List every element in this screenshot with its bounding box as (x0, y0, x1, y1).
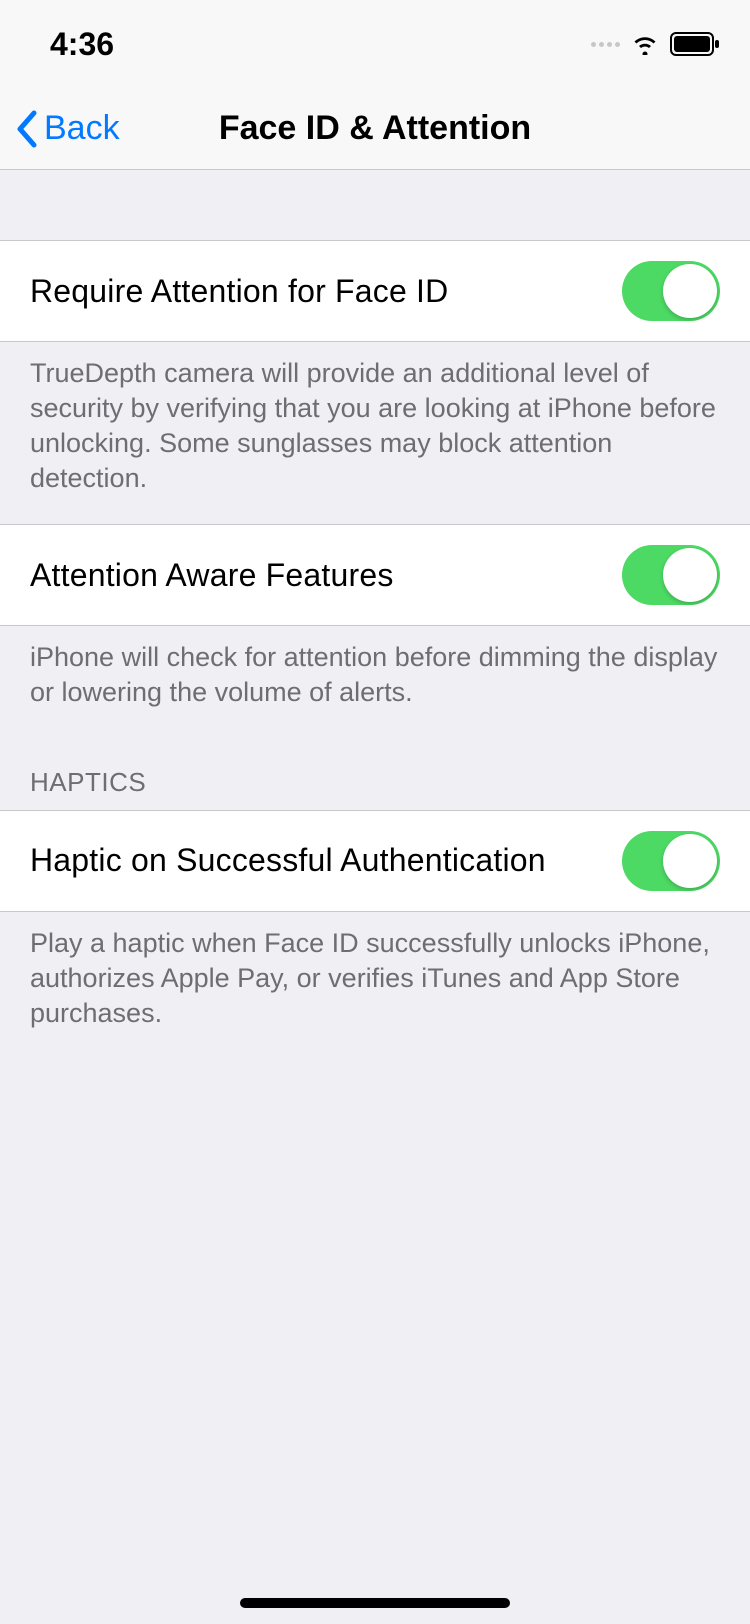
require-attention-footer: TrueDepth camera will provide an additio… (0, 342, 750, 524)
navigation-bar: Back Face ID & Attention (0, 88, 750, 170)
attention-aware-toggle[interactable] (622, 545, 720, 605)
haptic-auth-footer: Play a haptic when Face ID successfully … (0, 912, 750, 1059)
page-title: Face ID & Attention (219, 109, 531, 148)
back-label: Back (44, 109, 120, 148)
status-bar: 4:36 (0, 0, 750, 88)
attention-aware-cell: Attention Aware Features (0, 524, 750, 626)
haptics-section-header: HAPTICS (0, 739, 750, 810)
require-attention-toggle[interactable] (622, 261, 720, 321)
haptic-auth-cell: Haptic on Successful Authentication (0, 810, 750, 912)
status-time: 4:36 (50, 26, 114, 63)
home-indicator[interactable] (240, 1598, 510, 1608)
attention-aware-label: Attention Aware Features (30, 557, 394, 594)
attention-aware-footer: iPhone will check for attention before d… (0, 626, 750, 738)
toggle-knob (663, 834, 717, 888)
toggle-knob (663, 548, 717, 602)
chevron-left-icon (14, 109, 38, 149)
haptic-auth-label: Haptic on Successful Authentication (30, 842, 546, 879)
battery-icon (670, 32, 720, 56)
haptic-auth-toggle[interactable] (622, 831, 720, 891)
require-attention-label: Require Attention for Face ID (30, 273, 448, 310)
wifi-icon (630, 33, 660, 55)
signal-dots-icon (591, 42, 620, 47)
back-button[interactable]: Back (0, 109, 120, 149)
require-attention-cell: Require Attention for Face ID (0, 240, 750, 342)
status-icons (591, 32, 720, 56)
toggle-knob (663, 264, 717, 318)
